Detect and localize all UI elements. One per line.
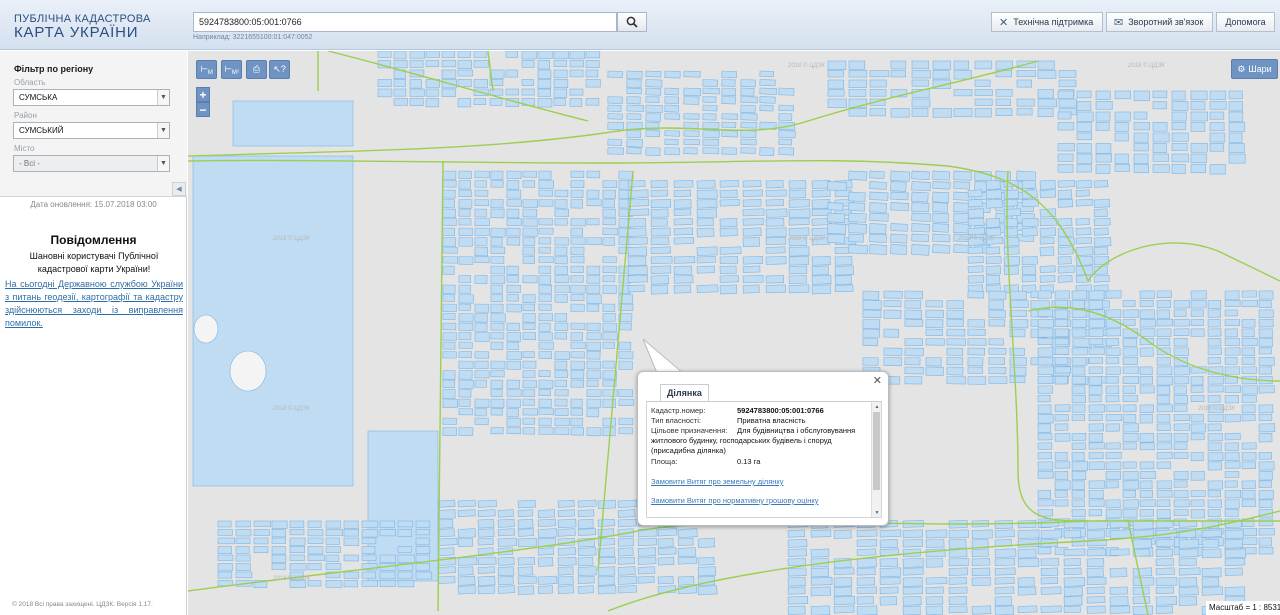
area-value: 0.13 га [737, 457, 761, 466]
measure-line-button[interactable]: ⊢ М [196, 60, 217, 79]
parcel-info-popup: ✕ Ділянка Кадастр.номер: 5924783800:05:0… [637, 371, 889, 526]
feedback-button[interactable]: ✉ Зворотний зв'язок [1106, 12, 1213, 32]
map-watermark: 2018 © ЦДЗК [273, 236, 310, 242]
chevron-down-icon: ▼ [157, 90, 169, 105]
scroll-down-icon[interactable]: ▼ [872, 508, 881, 517]
tech-support-label: Технічна підтримка [1013, 17, 1094, 27]
purpose-value-line1: Для будівництва і обслуговування [737, 426, 856, 435]
tech-support-button[interactable]: ✕ Технічна підтримка [991, 12, 1103, 32]
district-select[interactable]: СУМСЬКИЙ ▼ [13, 122, 170, 139]
cadastral-search-input[interactable] [193, 12, 617, 32]
ownership-key: Тип власності: [651, 416, 701, 425]
city-value: - Всі - [19, 159, 40, 168]
map-canvas[interactable] [188, 51, 1280, 615]
search-hint: Наприклад: 3221655100:01:047:0052 [193, 34, 313, 41]
map-watermark: 2018 © ЦДЗК [788, 236, 825, 242]
map-watermark: 2018 © ЦДЗК [273, 406, 310, 412]
area-key: Площа: [651, 457, 678, 466]
ownership-value: Приватна власність [737, 416, 806, 425]
identify-button[interactable]: ↖? [269, 60, 290, 79]
close-icon[interactable]: ✕ [873, 374, 882, 387]
search-button[interactable] [617, 12, 647, 32]
region-filter-panel: Фільтр по регіону Область СУМСЬКА ▼ Райо… [0, 51, 187, 197]
ruler-icon: ⊢ [200, 64, 208, 74]
purpose-key: Цільове призначення: [651, 426, 728, 435]
map-watermark: 2018 © ЦДЗК [1198, 406, 1235, 412]
search-icon [626, 16, 638, 28]
scroll-up-icon[interactable]: ▲ [872, 402, 881, 411]
ruler-area-icon: ⊢ [224, 64, 232, 74]
chevron-left-icon: ◀ [176, 186, 182, 193]
feedback-label: Зворотний зв'язок [1128, 17, 1204, 27]
printer-icon: ⎙ [252, 64, 261, 74]
print-button[interactable]: ⎙ [246, 60, 267, 79]
district-value: СУМСЬКИЙ [19, 126, 64, 135]
map-watermark: 2018 © ЦДЗК [273, 576, 310, 582]
site-logo[interactable]: ПУБЛІЧНА КАДАСТРОВА КАРТА УКРАЇНИ [14, 13, 151, 41]
zoom-in-button[interactable]: + [196, 87, 210, 102]
region-label: Область [14, 78, 46, 87]
city-label: Місто [14, 144, 35, 153]
collapse-sidebar-button[interactable]: ◀ [172, 182, 186, 196]
order-valuation-link[interactable]: Замовити Витяг про нормативну грошову оц… [651, 496, 818, 505]
chevron-down-icon: ▼ [157, 123, 169, 138]
gear-icon: ⚙ [1237, 63, 1246, 74]
header-bar: ПУБЛІЧНА КАДАСТРОВА КАРТА УКРАЇНИ Наприк… [0, 0, 1280, 50]
popup-scrollbar[interactable]: ▲ ▼ [871, 402, 881, 517]
cursor-question-icon: ↖? [273, 64, 286, 74]
scale-indicator: Масштаб = 1 : 8531 [1206, 601, 1280, 615]
cadastral-key: Кадастр.номер: [651, 406, 706, 415]
map-watermark: 2018 © ЦДЗК [958, 236, 995, 242]
region-value: СУМСЬКА [19, 93, 58, 102]
logo-line-2: КАРТА УКРАЇНИ [14, 24, 139, 41]
zoom-out-button[interactable]: − [196, 102, 210, 117]
notice-link[interactable]: На сьогодні Державною службою України з … [5, 278, 183, 330]
city-select[interactable]: - Всі - ▼ [13, 155, 170, 172]
purpose-value-line2: житлового будинку, господарських будівел… [651, 436, 832, 445]
help-label: Допомога [1225, 17, 1266, 27]
search-area: Наприклад: 3221655100:01:047:0052 [193, 12, 647, 41]
chevron-down-icon: ▼ [157, 156, 169, 171]
update-date: Дата оновлення: 15.07.2018 03:00 [30, 200, 157, 209]
purpose-value-line3: (присадибна ділянка) [651, 446, 726, 455]
notice-text: Шановні користувачі Публічної кадастрово… [29, 251, 159, 274]
scroll-thumb[interactable] [873, 412, 880, 490]
cadastral-map[interactable]: 2018 © ЦДЗК 2018 © ЦДЗК 2018 © ЦДЗК 2018… [188, 51, 1280, 615]
notice-title: Повідомлення [50, 233, 137, 247]
tab-parcel[interactable]: Ділянка [660, 384, 709, 401]
measure-area-button[interactable]: ⊢ М² [221, 60, 242, 79]
layers-button[interactable]: ⚙ Шари [1231, 59, 1278, 79]
order-extract-link[interactable]: Замовити Витяг про земельну ділянку [651, 477, 784, 486]
popup-body: Кадастр.номер: 5924783800:05:001:0766 Ти… [646, 402, 882, 518]
cadastral-value: 5924783800:05:001:0766 [737, 406, 824, 415]
help-button[interactable]: Допомога [1216, 12, 1275, 32]
layers-label: Шари [1248, 64, 1272, 74]
region-select[interactable]: СУМСЬКА ▼ [13, 89, 170, 106]
map-watermark: 2018 © ЦДЗК [788, 63, 825, 69]
popup-pointer [643, 339, 683, 374]
copyright: © 2018 Всі права захищені. ЦДЗК. Версія … [12, 601, 153, 608]
tools-icon: ✕ [999, 16, 1009, 29]
envelope-icon: ✉ [1114, 16, 1124, 29]
sidebar: Фільтр по регіону Область СУМСЬКА ▼ Райо… [0, 51, 187, 615]
filter-title: Фільтр по регіону [14, 64, 94, 74]
district-label: Район [14, 111, 37, 120]
map-watermark: 2018 © ЦДЗК [1128, 63, 1165, 69]
